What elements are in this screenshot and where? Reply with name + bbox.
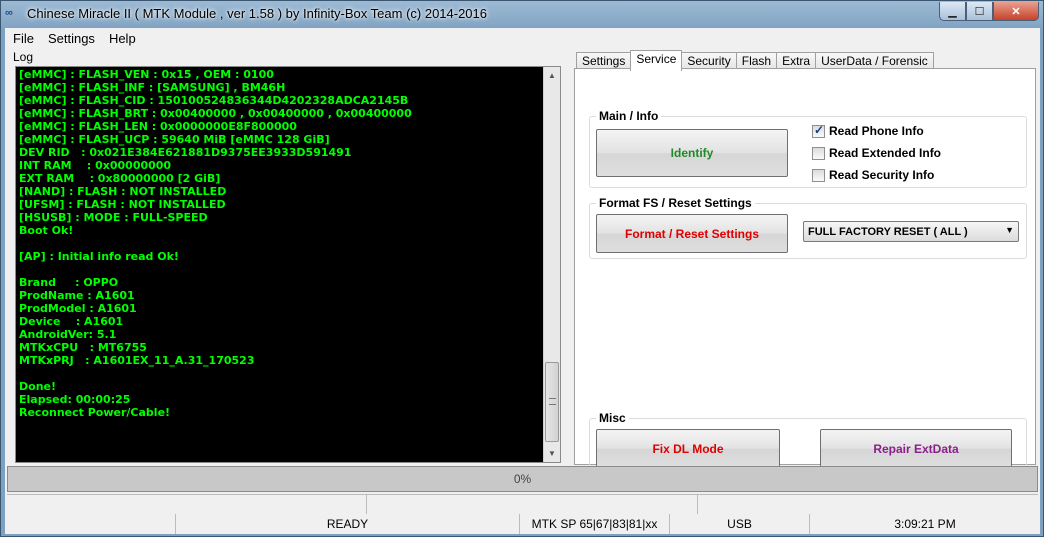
repair-extdata-button[interactable]: Repair ExtData — [820, 429, 1012, 468]
log-line: Boot Ok! — [19, 224, 74, 237]
status-mtk-sp: MTK SP 65|67|83|81|xx — [519, 514, 669, 534]
close-icon: ✕ — [1011, 5, 1021, 18]
misc-title: Misc — [596, 411, 629, 425]
log-line: DEV RID : 0x021E384E621881D9375EE3933D59… — [19, 146, 352, 159]
main-info-group: Main / Info Identify Read Phone Info Rea… — [589, 109, 1027, 188]
log-line: ProdModel : A1601 — [19, 302, 137, 315]
log-line: [AP] : Initial info read Ok! — [19, 250, 179, 263]
progress-bar: 0% — [7, 466, 1038, 492]
service-panel: Main / Info Identify Read Phone Info Rea… — [574, 68, 1036, 474]
scroll-thumb[interactable] — [545, 362, 559, 442]
read-extended-info-checkbox[interactable]: Read Extended Info — [812, 146, 941, 160]
tab-strip: Settings Service Security Flash Extra Us… — [576, 50, 934, 71]
window-title: Chinese Miracle II ( MTK Module , ver 1.… — [27, 6, 488, 21]
format-reset-group: Format FS / Reset Settings Format / Rese… — [589, 196, 1027, 259]
log-line: Elapsed: 00:00:25 — [19, 393, 131, 406]
status-state: READY — [175, 514, 519, 534]
format-reset-title: Format FS / Reset Settings — [596, 196, 755, 210]
log-line: Reconnect Power/Cable! — [19, 406, 171, 419]
client-area: File Settings Help Log [eMMC] : FLASH_VE… — [5, 28, 1040, 534]
checkbox-label: Read Security Info — [829, 168, 935, 182]
read-security-info-checkbox[interactable]: Read Security Info — [812, 168, 934, 182]
log-line: [HSUSB] : MODE : FULL-SPEED — [19, 211, 208, 224]
log-line: [eMMC] : FLASH_VEN : 0x15 , OEM : 0100 — [19, 68, 274, 81]
status-time: 3:09:21 PM — [809, 514, 1040, 534]
progress-text: 0% — [513, 472, 532, 486]
window-controls: ▁ ☐ ✕ — [939, 2, 1039, 22]
status-port: USB — [669, 514, 809, 534]
dropdown-arrow-icon: ▼ — [1005, 225, 1014, 235]
log-line: [eMMC] : FLASH_UCP : 59640 MiB [eMMC 128… — [19, 133, 330, 146]
chevron-up-icon: ▲ — [548, 70, 556, 80]
app-icon: ∞ — [5, 7, 13, 19]
scroll-down-button[interactable]: ▼ — [544, 445, 560, 461]
maximize-button[interactable]: ☐ — [966, 2, 993, 21]
minimize-button[interactable]: ▁ — [939, 2, 966, 21]
info-separator — [366, 495, 367, 514]
log-line: AndroidVer: 5.1 — [19, 328, 117, 341]
checkbox-box[interactable] — [812, 123, 825, 138]
grip-icon — [549, 398, 556, 405]
read-phone-info-checkbox[interactable]: Read Phone Info — [812, 123, 924, 138]
chevron-down-icon: ▼ — [548, 448, 556, 458]
menu-bar: File Settings Help — [5, 28, 1040, 48]
minimize-icon: ▁ — [948, 5, 957, 18]
log-line: EXT RAM : 0x80000000 [2 GiB] — [19, 172, 221, 185]
maximize-icon: ☐ — [974, 5, 985, 18]
checkbox-label: Read Extended Info — [829, 146, 942, 160]
log-panel[interactable]: [eMMC] : FLASH_VEN : 0x15 , OEM : 0100 [e… — [15, 66, 561, 463]
log-line: MTKxPRJ : A1601EX_11_A.31_170523 — [19, 354, 255, 367]
log-text: [eMMC] : FLASH_VEN : 0x15 , OEM : 0100 [e… — [19, 68, 541, 461]
app-window: ∞ Chinese Miracle II ( MTK Module , ver … — [0, 0, 1044, 537]
log-line: MTKxCPU : MT6755 — [19, 341, 147, 354]
menu-file[interactable]: File — [5, 31, 40, 46]
log-line: [NAND] : FLASH : NOT INSTALLED — [19, 185, 227, 198]
status-bar: READY MTK SP 65|67|83|81|xx USB 3:09:21 … — [5, 514, 1040, 534]
checkbox-box[interactable] — [812, 146, 825, 160]
log-line: [eMMC] : FLASH_CID : 150100524836344D420… — [19, 94, 409, 107]
reset-mode-select[interactable]: FULL FACTORY RESET ( ALL ) ▼ — [803, 221, 1019, 242]
title-bar[interactable]: ∞ Chinese Miracle II ( MTK Module , ver … — [1, 1, 1043, 28]
log-label: Log — [13, 50, 34, 64]
identify-button[interactable]: Identify — [596, 129, 788, 177]
fix-dl-mode-button[interactable]: Fix DL Mode — [596, 429, 780, 468]
log-line: [eMMC] : FLASH_INF : [SAMSUNG] , BM46H — [19, 81, 286, 94]
log-line: ProdName : A1601 — [19, 289, 135, 302]
close-button[interactable]: ✕ — [993, 2, 1039, 21]
log-line: INT RAM : 0x00000000 — [19, 159, 172, 172]
format-reset-button[interactable]: Format / Reset Settings — [596, 214, 788, 253]
checkbox-box[interactable] — [812, 168, 825, 182]
log-line: Device : A1601 — [19, 315, 124, 328]
log-line: [eMMC] : FLASH_BRT : 0x00400000 , 0x0040… — [19, 107, 412, 120]
log-line: [eMMC] : FLASH_LEN : 0x0000000E8F800000 — [19, 120, 297, 133]
menu-settings[interactable]: Settings — [40, 31, 101, 46]
tab-service[interactable]: Service — [630, 50, 683, 71]
scroll-up-button[interactable]: ▲ — [544, 67, 560, 83]
reset-mode-value: FULL FACTORY RESET ( ALL ) — [808, 225, 968, 238]
main-info-title: Main / Info — [596, 109, 662, 123]
log-line: Done! — [19, 380, 56, 393]
log-line: Brand : OPPO — [19, 276, 119, 289]
checkbox-label: Read Phone Info — [829, 124, 924, 138]
log-scrollbar[interactable]: ▲ ▼ — [543, 67, 560, 462]
info-bar — [7, 494, 1038, 514]
log-line: [UFSM] : FLASH : NOT INSTALLED — [19, 198, 226, 211]
status-cell-empty — [5, 514, 175, 534]
menu-help[interactable]: Help — [101, 31, 142, 46]
info-separator — [697, 495, 698, 514]
